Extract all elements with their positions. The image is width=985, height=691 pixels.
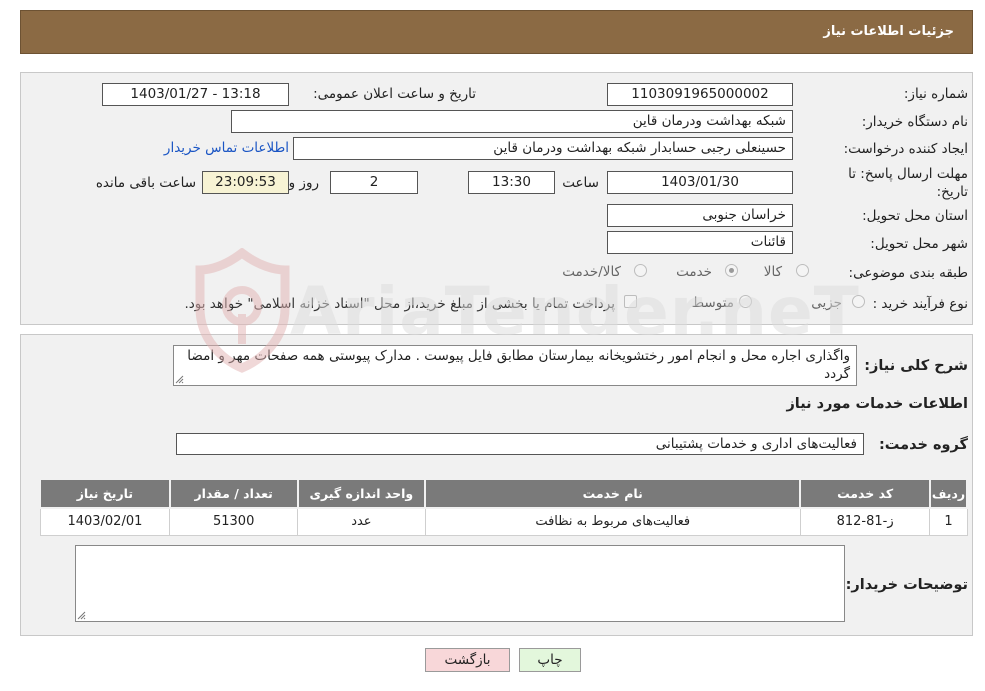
back-button[interactable]: بازگشت [425,648,510,672]
buyer-notes-textarea[interactable] [75,545,845,622]
col-unit: واحد اندازه گیری [296,478,427,509]
col-row-number: ردیف [928,478,969,509]
table-row: 1403/02/01 51300 عدد فعالیت‌های مربوط به… [39,507,968,536]
print-button[interactable]: چاپ [519,648,581,672]
col-need-date: تاریخ نیاز [39,478,171,509]
cell-row-number: 1 [929,507,968,536]
col-service-name: نام خدمت [424,478,802,509]
deadline-label-date: تاریخ: [936,184,968,200]
announce-datetime-label: تاریخ و ساعت اعلان عمومی: [313,86,476,102]
cell-unit: عدد [297,507,426,536]
buyer-notes-label: توضیحات خریدار: [845,577,968,593]
service-group-field: فعالیت‌های اداری و خدمات پشتیبانی [176,433,864,455]
col-quantity: تعداد / مقدار [168,478,299,509]
col-service-code: کد خدمت [799,478,931,509]
deadline-time-label: ساعت [562,175,599,191]
cell-service-name: فعالیت‌های مربوط به نظافت [424,507,801,536]
deadline-date-field: 1403/01/30 [607,171,793,194]
services-table: تاریخ نیاز تعداد / مقدار واحد اندازه گیر… [39,478,969,536]
cell-service-code: ز-81-812 [799,507,931,536]
services-section-title: اطلاعات خدمات مورد نیاز [786,396,968,412]
city-label: شهر محل تحویل: [870,236,968,252]
resize-grip-icon[interactable] [175,375,184,384]
cell-quantity: 51300 [169,507,299,536]
table-header-row: تاریخ نیاز تعداد / مقدار واحد اندازه گیر… [39,478,969,509]
service-group-label: گروه خدمت: [878,437,968,453]
need-number-label: شماره نیاز: [903,86,968,102]
deadline-label: مهلت ارسال پاسخ: تا [848,166,968,182]
city-field: قائنات [607,231,793,254]
province-label: استان محل تحویل: [862,208,968,224]
category-label: طبقه بندی موضوعی: [848,265,968,281]
announce-datetime-field: 1403/01/27 - 13:18 [102,83,289,106]
summary-label: شرح کلی نیاز: [864,358,968,374]
days-remaining-field: 2 [330,171,418,194]
province-field: خراسان جنوبی [607,204,793,227]
resize-grip-icon[interactable] [77,611,86,620]
creator-label: ایجاد کننده درخواست: [843,141,968,157]
deadline-time-field: 13:30 [468,171,555,194]
remaining-time-field: 23:09:53 [202,171,289,194]
need-number-field: 1103091965000002 [607,83,793,106]
buyer-contact-link[interactable]: اطلاعات تماس خریدار [164,140,289,156]
process-type-label: نوع فرآیند خرید : [872,296,968,312]
buyer-org-field: شبکه بهداشت ودرمان قاین [231,110,793,133]
days-label: روز و [288,175,319,191]
watermark-shield-icon [195,248,290,373]
cell-need-date: 1403/02/01 [39,507,171,536]
creator-field: حسینعلی رجبی حسابدار شبکه بهداشت ودرمان … [293,137,793,160]
page-header: جزئیات اطلاعات نیاز [20,10,973,54]
watermark-text: AriaTender.neT [290,273,860,350]
buyer-org-label: نام دستگاه خریدار: [861,114,968,130]
page-title: جزئیات اطلاعات نیاز [823,24,954,39]
remaining-time-label: ساعت باقی مانده [95,175,196,191]
